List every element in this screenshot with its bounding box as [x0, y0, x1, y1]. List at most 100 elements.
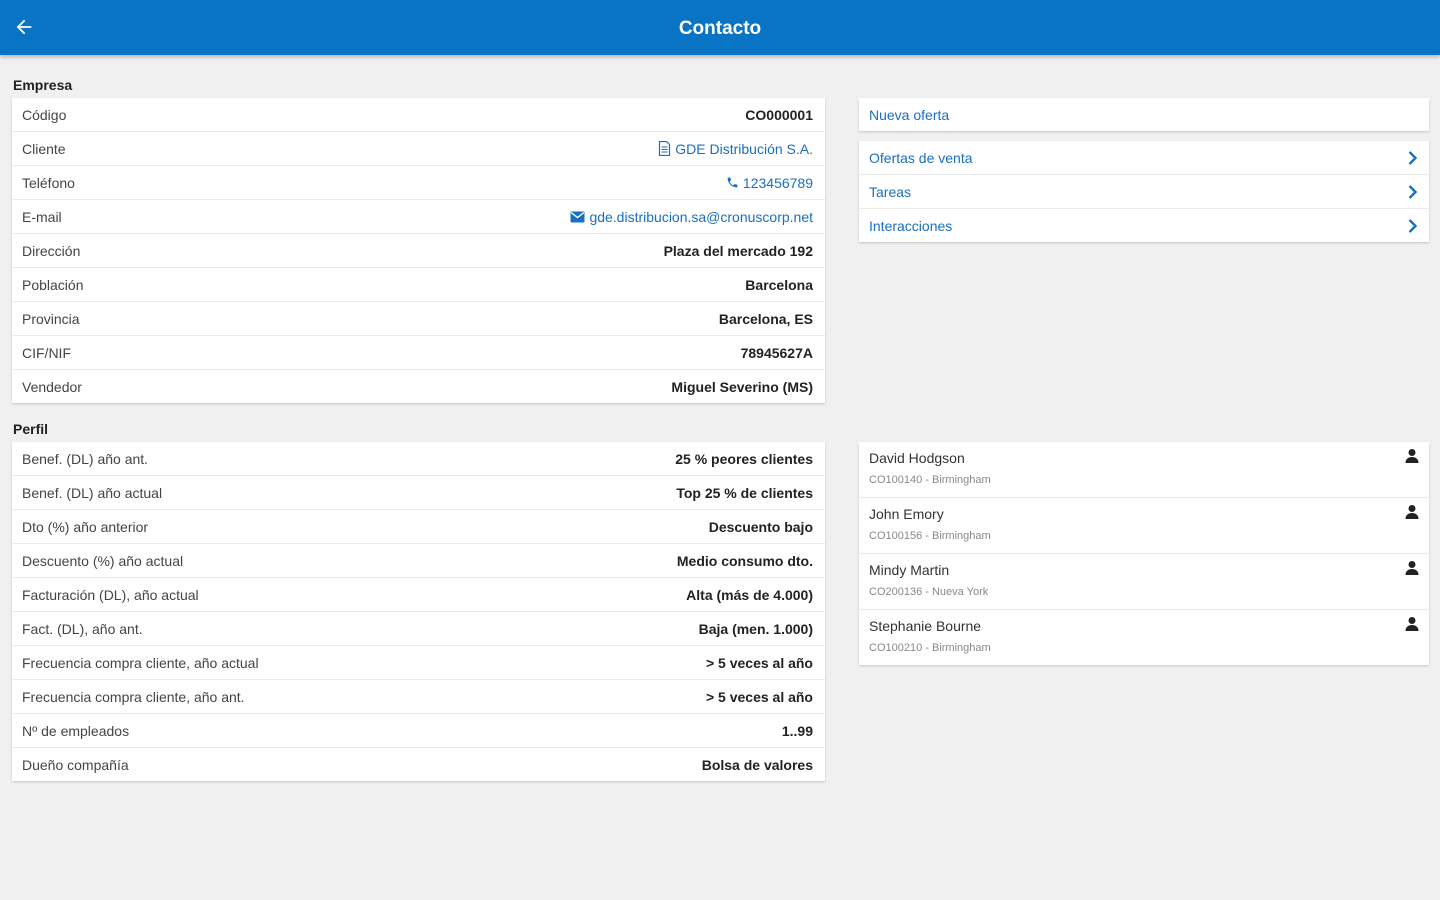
contact-list-item[interactable]: Stephanie Bourne CO100210 - Birmingham: [859, 610, 1429, 665]
empresa-row[interactable]: E-mail gde.distribucion.sa@cronuscorp.net: [12, 200, 825, 234]
document-icon: [658, 141, 671, 156]
related-link-label: Tareas: [869, 183, 912, 200]
field-value: CO000001: [745, 107, 813, 123]
phone-icon: [726, 176, 739, 189]
person-icon-wrapper: [1405, 448, 1419, 468]
field-label: Nº de empleados: [22, 722, 130, 739]
field-value-text: Alta (más de 4.000): [686, 586, 813, 603]
field-link[interactable]: 123456789: [726, 175, 813, 191]
field-value-text: Barcelona: [745, 276, 813, 293]
perfil-row: Facturación (DL), año actual Alta (más de…: [12, 578, 825, 612]
field-label: Benef. (DL) año actual: [22, 484, 163, 501]
field-value: Medio consumo dto.: [677, 553, 813, 569]
envelope-icon: [570, 211, 585, 223]
empresa-row: Dirección Plaza del mercado 192: [12, 234, 825, 268]
field-value-text: 78945627A: [740, 344, 813, 361]
field-value-text: > 5 veces al año: [705, 688, 813, 705]
field-value-text: GDE Distribución S.A.: [675, 140, 813, 157]
chevron-right-icon: [1408, 150, 1418, 165]
field-value-text: Bolsa de valores: [701, 756, 813, 773]
person-icon-wrapper: [1405, 616, 1419, 636]
field-value: 78945627A: [741, 345, 813, 361]
empresa-row: CIF/NIF 78945627A: [12, 336, 825, 370]
section-title-empresa: Empresa: [13, 77, 73, 93]
contact-name: David Hodgson: [869, 450, 965, 466]
field-label: Código: [22, 106, 67, 123]
new-offer-label: Nueva oferta: [869, 106, 950, 123]
perfil-row: Benef. (DL) año actual Top 25 % de client…: [12, 476, 825, 510]
field-value-text: Descuento bajo: [708, 518, 813, 535]
contact-subtitle: CO200136 - Nueva York: [869, 586, 989, 598]
field-value: Barcelona: [745, 277, 813, 293]
field-label: Benef. (DL) año ant.: [22, 450, 149, 467]
field-value-text: Plaza del mercado 192: [663, 242, 813, 259]
field-label: Frecuencia compra cliente, año ant.: [22, 688, 245, 705]
person-icon: [1405, 617, 1419, 631]
field-value-text: gde.distribucion.sa@cronuscorp.net: [589, 208, 813, 225]
empresa-row: Código CO000001: [12, 98, 825, 132]
empresa-row: Población Barcelona: [12, 268, 825, 302]
field-value-text: Miguel Severino (MS): [671, 378, 813, 395]
field-value-text: 123456789: [742, 174, 813, 191]
field-label: CIF/NIF: [22, 344, 71, 361]
new-offer-button[interactable]: Nueva oferta: [859, 98, 1429, 131]
field-value-text: Top 25 % de clientes: [676, 484, 813, 501]
empresa-row[interactable]: Teléfono 123456789: [12, 166, 825, 200]
field-value: > 5 veces al año: [706, 655, 813, 671]
contact-list-item[interactable]: Mindy Martin CO200136 - Nueva York: [859, 554, 1429, 610]
perfil-row: Benef. (DL) año ant. 25 % peores clientes: [12, 442, 825, 476]
field-label: Provincia: [22, 310, 80, 327]
related-link-interacciones[interactable]: Interacciones: [859, 209, 1429, 242]
field-value-text: 1..99: [781, 722, 813, 739]
person-icon: [1405, 505, 1419, 519]
related-links-card: Ofertas de venta Tareas Interacciones: [859, 141, 1429, 242]
person-icon-wrapper: [1405, 504, 1419, 524]
perfil-row: Dto (%) año anterior Descuento bajo: [12, 510, 825, 544]
contact-name: John Emory: [869, 506, 944, 522]
field-label: Dirección: [22, 242, 81, 259]
field-value: Baja (men. 1.000): [699, 621, 813, 637]
new-offer-card: Nueva oferta: [859, 98, 1429, 131]
perfil-row: Nº de empleados 1..99: [12, 714, 825, 748]
contacts-card: David Hodgson CO100140 - Birmingham John E…: [859, 442, 1429, 665]
top-app-bar: Contacto: [0, 0, 1440, 55]
field-value-text: 25 % peores clientes: [675, 450, 813, 467]
empresa-row[interactable]: Cliente GDE Distribución S.A.: [12, 132, 825, 166]
related-link-label: Interacciones: [869, 217, 953, 234]
contact-subtitle: CO100156 - Birmingham: [869, 530, 991, 542]
field-value: Alta (más de 4.000): [686, 587, 813, 603]
field-value: Descuento bajo: [709, 519, 813, 535]
field-value-text: Baja (men. 1.000): [698, 620, 813, 637]
field-value: > 5 veces al año: [706, 689, 813, 705]
contact-list-item[interactable]: David Hodgson CO100140 - Birmingham: [859, 442, 1429, 498]
field-link[interactable]: GDE Distribución S.A.: [658, 141, 813, 157]
field-value: 25 % peores clientes: [675, 451, 813, 467]
related-link-tareas[interactable]: Tareas: [859, 175, 1429, 209]
perfil-row: Frecuencia compra cliente, año ant. > 5 v…: [12, 680, 825, 714]
chevron-right-icon: [1408, 184, 1418, 199]
empresa-card: Código CO000001 Cliente GDE Distribución S.…: [12, 98, 825, 403]
field-value-text: > 5 veces al año: [705, 654, 813, 671]
field-value: Barcelona, ES: [719, 311, 813, 327]
contact-subtitle: CO100210 - Birmingham: [869, 642, 991, 654]
field-label: Dto (%) año anterior: [22, 518, 149, 535]
empresa-row: Provincia Barcelona, ES: [12, 302, 825, 336]
field-link[interactable]: gde.distribucion.sa@cronuscorp.net: [570, 209, 813, 225]
field-value-text: CO000001: [745, 106, 813, 123]
contact-list-item[interactable]: John Emory CO100156 - Birmingham: [859, 498, 1429, 554]
related-link-ofertas-de-venta[interactable]: Ofertas de venta: [859, 141, 1429, 175]
field-value-text: Barcelona, ES: [718, 310, 813, 327]
person-icon-wrapper: [1405, 560, 1419, 580]
person-icon: [1405, 449, 1419, 463]
perfil-row: Frecuencia compra cliente, año actual > 5…: [12, 646, 825, 680]
related-link-label: Ofertas de venta: [869, 149, 973, 166]
field-value: Top 25 % de clientes: [676, 485, 813, 501]
field-value: Plaza del mercado 192: [664, 243, 813, 259]
perfil-card: Benef. (DL) año ant. 25 % peores clientes…: [12, 442, 825, 781]
perfil-row: Fact. (DL), año ant. Baja (men. 1.000): [12, 612, 825, 646]
field-label: Vendedor: [22, 378, 82, 395]
field-label: Facturación (DL), año actual: [22, 586, 199, 603]
contact-name: Stephanie Bourne: [869, 618, 982, 634]
field-label: Cliente: [22, 140, 66, 157]
field-label: Teléfono: [22, 174, 75, 191]
